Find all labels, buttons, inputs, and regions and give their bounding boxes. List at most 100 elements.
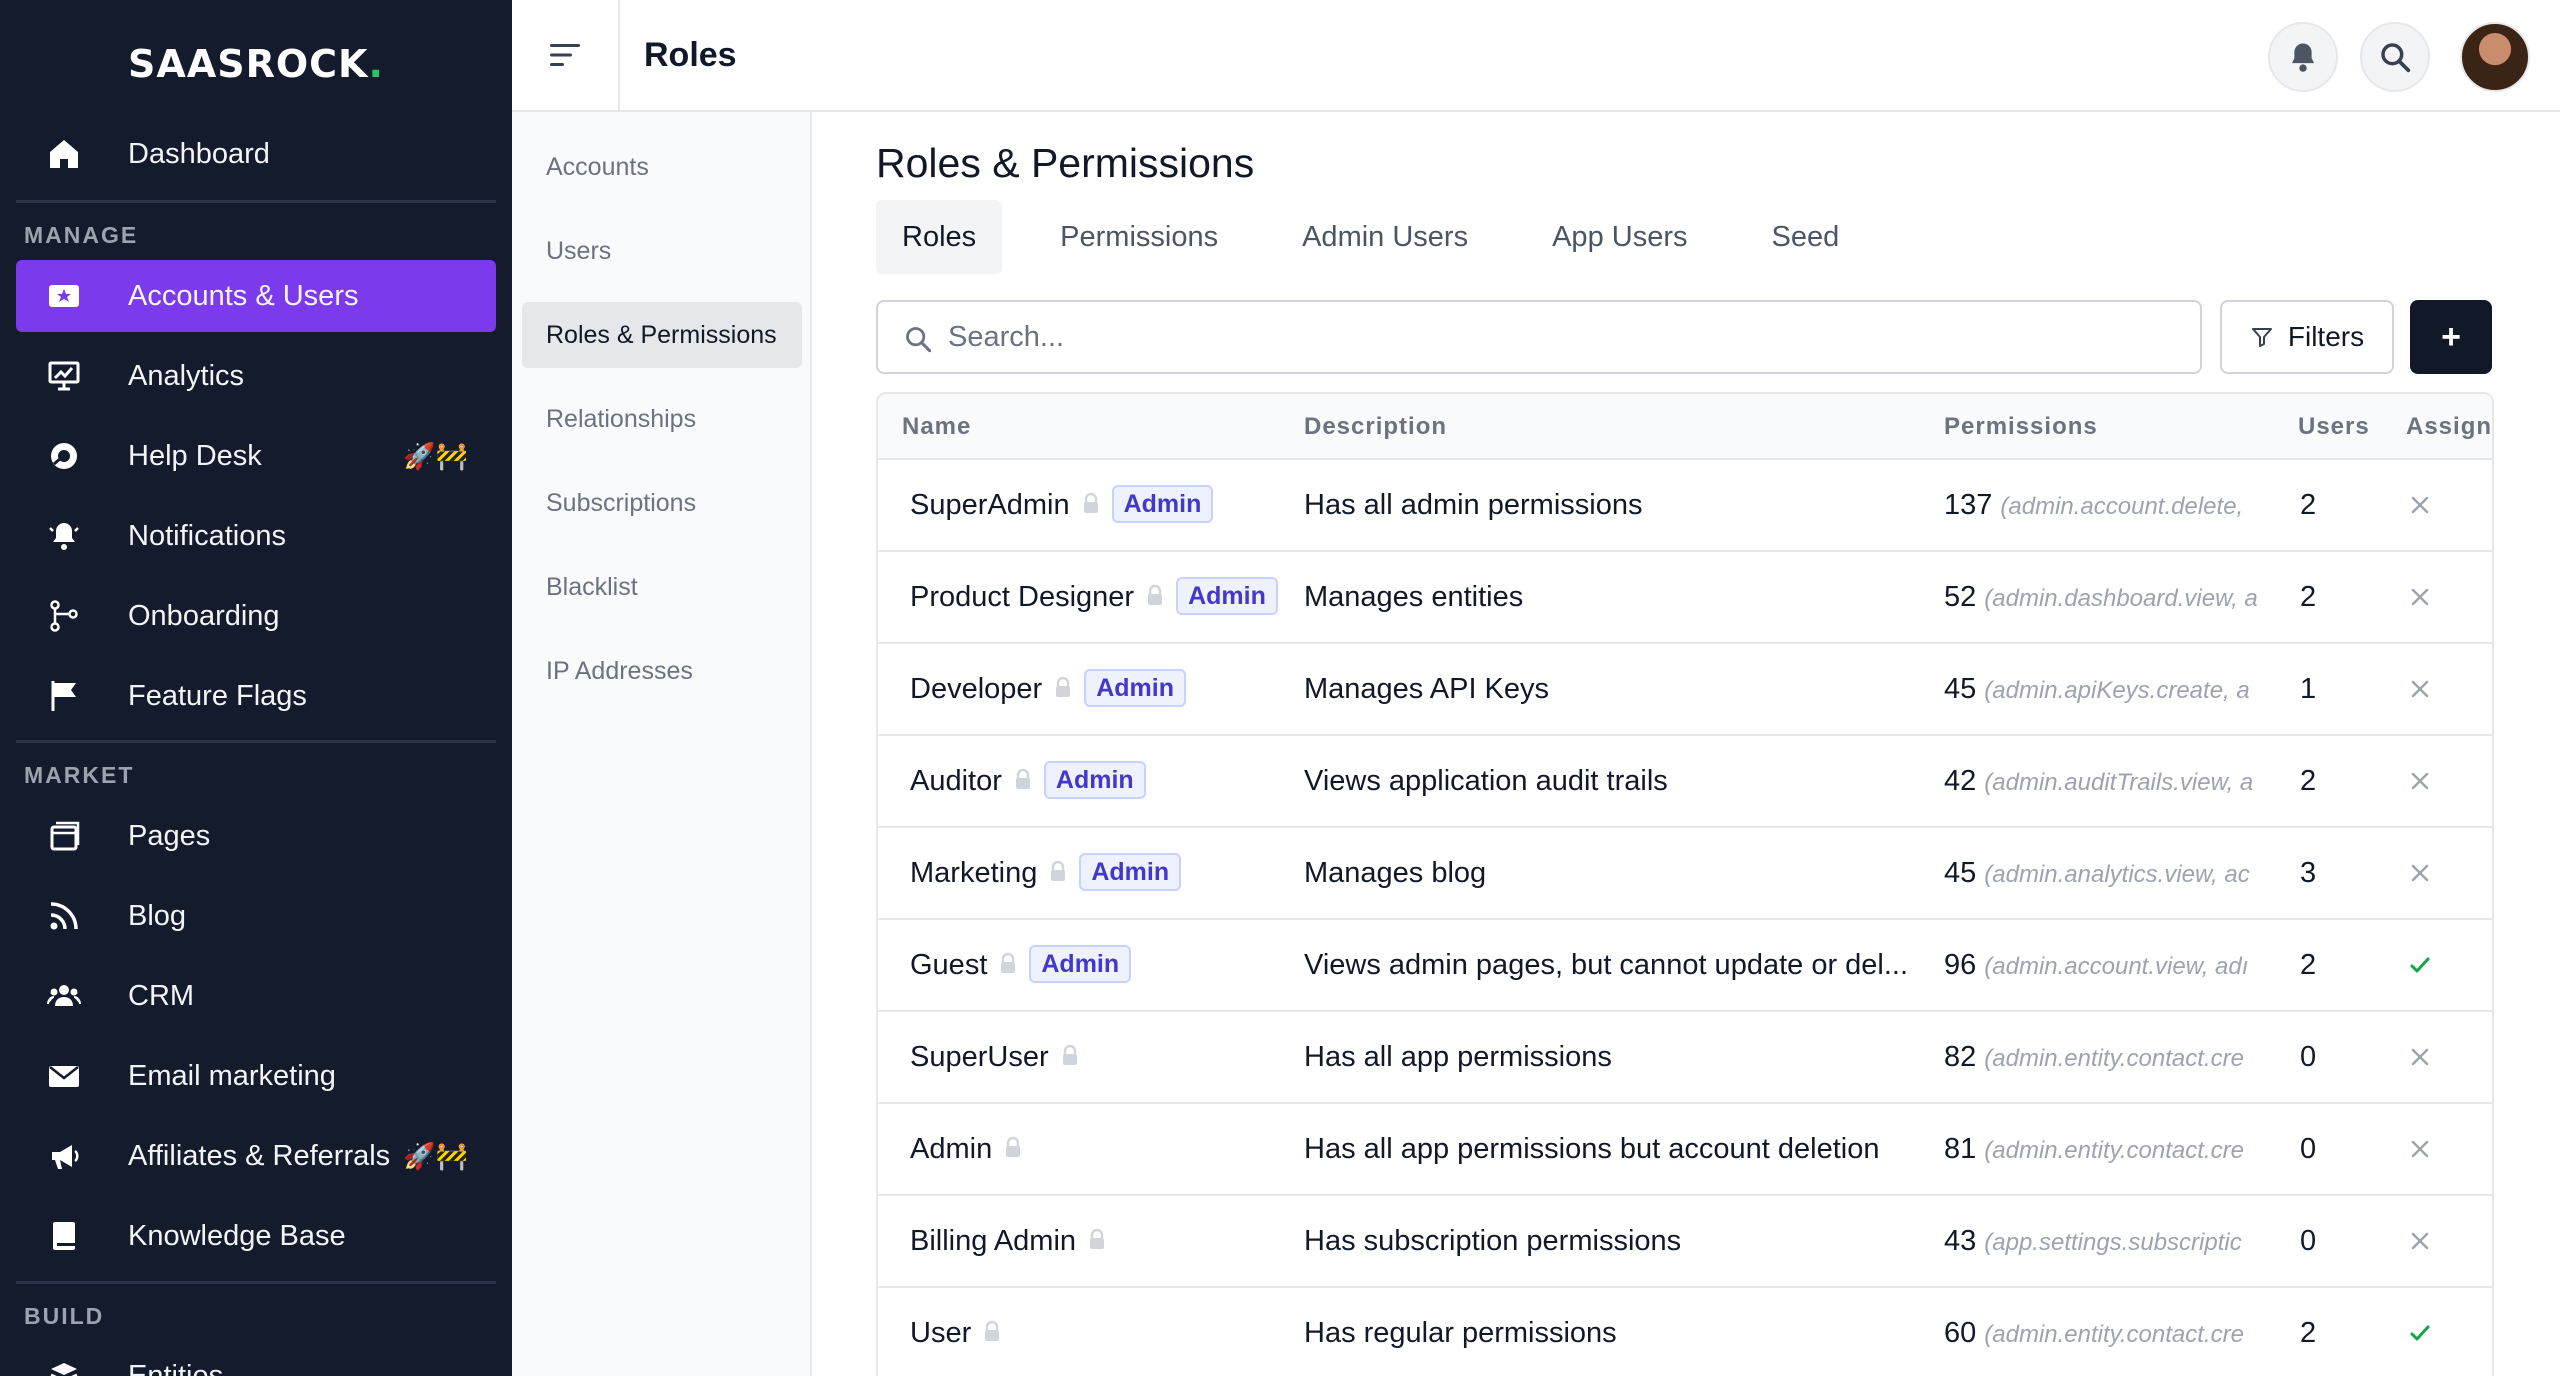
column-header-users[interactable]: Users <box>2298 394 2370 460</box>
sidebar-item-onboarding[interactable]: Onboarding <box>16 580 496 652</box>
tab-permissions[interactable]: Permissions <box>1034 200 1244 274</box>
permissions-count: 137 <box>1944 489 1993 521</box>
search-icon <box>906 327 932 353</box>
sidebar-section-title: MARKET <box>24 762 135 788</box>
sidebar-item-feature-flags[interactable]: Feature Flags <box>16 660 496 732</box>
check-icon[interactable] <box>2408 1321 2432 1345</box>
close-icon[interactable] <box>2408 1045 2432 1069</box>
role-users-count: 1 <box>2300 673 2317 705</box>
permissions-list: (admin.entity.contact.cre <box>1984 1137 2244 1164</box>
sidebar-section-title: MANAGE <box>24 222 139 248</box>
table-row[interactable]: Developer Admin Manages API Keys 45 (admin… <box>878 644 2492 736</box>
role-permissions-cell[interactable]: 52 (admin.dashboard.view, a <box>1944 552 2266 644</box>
sidebar-item-blog[interactable]: Blog <box>16 880 496 952</box>
sidebar-item-accounts-users[interactable]: Accounts & Users <box>16 260 496 332</box>
sidebar-item-affiliates-referrals[interactable]: Affiliates & Referrals 🚀🚧 <box>16 1120 496 1192</box>
tab-app-users[interactable]: App Users <box>1526 200 1713 274</box>
subnav-item-accounts[interactable]: Accounts <box>522 134 802 200</box>
filters-button[interactable]: Filters <box>2220 300 2394 374</box>
sidebar-item-email-marketing[interactable]: Email marketing <box>16 1040 496 1112</box>
table-row[interactable]: SuperUser Has all app permissions 82 (adm… <box>878 1012 2492 1104</box>
column-header-description[interactable]: Description <box>1304 394 1447 460</box>
table-row[interactable]: SuperAdmin Admin Has all admin permission… <box>878 460 2492 552</box>
sidebar-item-entities[interactable]: Entities <box>16 1340 496 1376</box>
close-icon[interactable] <box>2408 493 2432 517</box>
menu-icon <box>550 44 580 66</box>
search-input[interactable] <box>948 302 2148 372</box>
close-icon[interactable] <box>2408 861 2432 885</box>
column-header-assign[interactable]: Assign <box>2406 394 2492 460</box>
search-icon <box>2381 43 2411 73</box>
add-role-button[interactable]: + <box>2410 300 2492 374</box>
column-header-permissions[interactable]: Permissions <box>1944 394 2098 460</box>
sidebar-item-crm[interactable]: CRM <box>16 960 496 1032</box>
tab-roles[interactable]: Roles <box>876 200 1003 274</box>
bell-icon <box>2291 43 2315 72</box>
role-name[interactable]: User <box>910 1317 971 1349</box>
role-name[interactable]: Developer <box>910 673 1042 705</box>
role-name[interactable]: Guest <box>910 949 987 981</box>
role-name[interactable]: Admin <box>910 1133 992 1165</box>
table-row[interactable]: Auditor Admin Views application audit tra… <box>878 736 2492 828</box>
close-icon[interactable] <box>2408 769 2432 793</box>
brand-name: SAASROCK <box>128 42 369 86</box>
subnav-item-subscriptions[interactable]: Subscriptions <box>522 470 802 536</box>
close-icon[interactable] <box>2408 585 2432 609</box>
notifications-button[interactable] <box>2268 22 2338 92</box>
subnav-item-users[interactable]: Users <box>522 218 802 284</box>
role-permissions-cell[interactable]: 60 (admin.entity.contact.cre <box>1944 1288 2266 1376</box>
permissions-count: 45 <box>1944 857 1977 889</box>
role-permissions-cell[interactable]: 81 (admin.entity.contact.cre <box>1944 1104 2266 1196</box>
filter-icon <box>2251 328 2272 347</box>
role-name[interactable]: Marketing <box>910 857 1037 889</box>
check-icon[interactable] <box>2408 953 2432 977</box>
column-header-name[interactable]: Name <box>902 394 971 460</box>
close-icon[interactable] <box>2408 677 2432 701</box>
table-row[interactable]: Admin Has all app permissions but accoun… <box>878 1104 2492 1196</box>
rss-icon <box>46 898 82 934</box>
sidebar-item-dashboard[interactable]: Dashboard <box>16 118 496 190</box>
search-button[interactable] <box>2360 22 2430 92</box>
affiliates-icon <box>46 1138 82 1174</box>
permissions-list: (admin.entity.contact.cre <box>1984 1045 2244 1072</box>
brand-logo[interactable]: SAASROCK. <box>0 0 512 128</box>
menu-toggle-button[interactable] <box>512 0 620 110</box>
role-name[interactable]: Product Designer <box>910 581 1134 613</box>
sidebar-item-notifications[interactable]: Notifications <box>16 500 496 572</box>
tab-admin-users[interactable]: Admin Users <box>1276 200 1494 274</box>
role-permissions-cell[interactable]: 137 (admin.account.delete, <box>1944 460 2266 552</box>
table-row[interactable]: Product Designer Admin Manages entities 5… <box>878 552 2492 644</box>
user-avatar[interactable] <box>2460 22 2530 92</box>
role-permissions-cell[interactable]: 45 (admin.apiKeys.create, a <box>1944 644 2266 736</box>
search-box[interactable] <box>876 300 2202 374</box>
table-row[interactable]: Billing Admin Has subscription permissio… <box>878 1196 2492 1288</box>
subnav-item-roles-permissions[interactable]: Roles & Permissions <box>522 302 802 368</box>
role-name[interactable]: SuperUser <box>910 1041 1049 1073</box>
lock-icon <box>1083 493 1098 514</box>
table-row[interactable]: Marketing Admin Manages blog 45 (admin.ana… <box>878 828 2492 920</box>
role-name[interactable]: SuperAdmin <box>910 489 1070 521</box>
close-icon[interactable] <box>2408 1137 2432 1161</box>
admin-badge: Admin <box>1111 485 1214 524</box>
subnav-item-ip-addresses[interactable]: IP Addresses <box>522 638 802 704</box>
role-permissions-cell[interactable]: 42 (admin.auditTrails.view, a <box>1944 736 2266 828</box>
close-icon[interactable] <box>2408 1229 2432 1253</box>
sidebar-section-title: BUILD <box>24 1303 105 1329</box>
role-permissions-cell[interactable]: 96 (admin.account.view, adı <box>1944 920 2266 1012</box>
table-row[interactable]: User Has regular permissions 60 (admin.en… <box>878 1288 2492 1376</box>
role-permissions-cell[interactable]: 45 (admin.analytics.view, ac <box>1944 828 2266 920</box>
sidebar-item-help-desk[interactable]: Help Desk 🚀🚧 <box>16 420 496 492</box>
role-name[interactable]: Auditor <box>910 765 1002 797</box>
role-permissions-cell[interactable]: 43 (app.settings.subscriptic <box>1944 1196 2266 1288</box>
role-permissions-cell[interactable]: 82 (admin.entity.contact.cre <box>1944 1012 2266 1104</box>
sidebar-item-knowledge-base[interactable]: Knowledge Base <box>16 1200 496 1272</box>
tab-seed[interactable]: Seed <box>1745 200 1865 274</box>
role-name[interactable]: Billing Admin <box>910 1225 1076 1257</box>
table-row[interactable]: Guest Admin Views admin pages, but cannot… <box>878 920 2492 1012</box>
subnav-item-relationships[interactable]: Relationships <box>522 386 802 452</box>
sidebar-item-analytics[interactable]: Analytics <box>16 340 496 412</box>
subnav-item-blacklist[interactable]: Blacklist <box>522 554 802 620</box>
sidebar-item-pages[interactable]: Pages <box>16 800 496 872</box>
sidebar-item-label: Email marketing <box>128 1060 336 1092</box>
admin-badge: Admin <box>1084 669 1186 708</box>
